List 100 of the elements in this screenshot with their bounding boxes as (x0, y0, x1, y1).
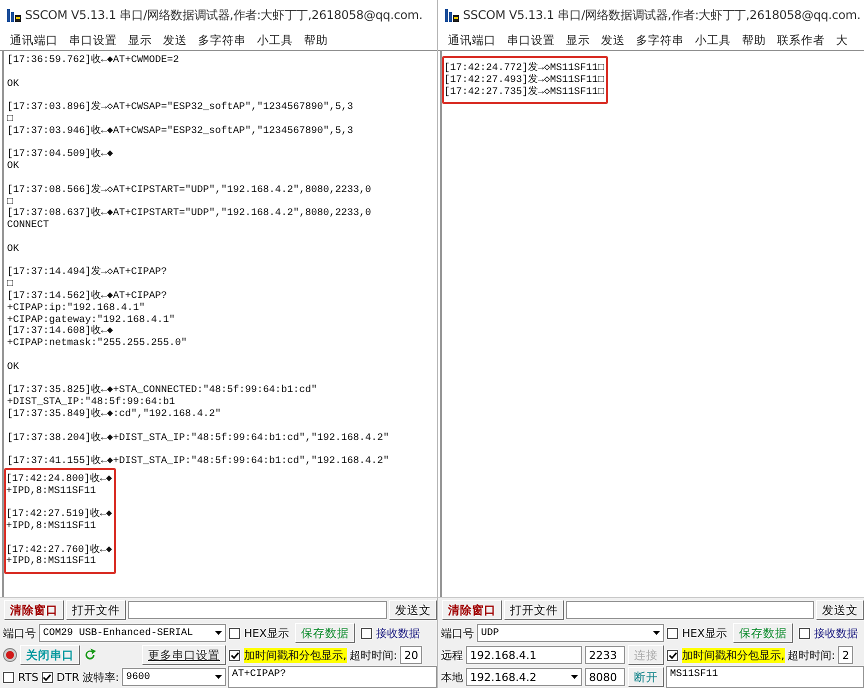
log-line: [17:37:35.825]收←◆+STA_CONNECTED:"48:5f:99:64:b1:cd" (7, 385, 318, 396)
log-line: □ (7, 279, 14, 290)
baud-label: 波特率: (82, 670, 120, 684)
log-line: +DIST_STA_IP:"48:5f:99:64:b1 (7, 397, 176, 408)
menu-item[interactable]: 小工具 (695, 32, 731, 48)
checkbox-label: DTR (56, 670, 80, 684)
led-icon (3, 648, 17, 662)
log-line: OK (7, 362, 20, 374)
log-line: [17:37:08.566]发→◇AT+CIPSTART="UDP","192.168.4.2",8080,2233,0 (7, 184, 372, 197)
port-label: 端口号 (441, 626, 474, 640)
send-file-button[interactable]: 发送文 (389, 600, 437, 620)
caret-icon (215, 675, 222, 679)
timeout-label: 超时时间: (788, 648, 836, 662)
disconnect-button[interactable]: 断开 (628, 667, 664, 687)
remote-ip-field[interactable]: 192.168.4.1 (466, 646, 582, 664)
log-line: OK (7, 244, 20, 256)
menu-item[interactable]: 帮助 (304, 32, 328, 48)
menu-item[interactable]: 帮助 (742, 32, 766, 48)
clear-window-button[interactable]: 清除窗口 (4, 600, 64, 620)
log-line: [17:42:27.519]收←◆ (6, 509, 112, 521)
local-label: 本地 (441, 670, 463, 684)
remote-label: 远程 (441, 648, 463, 662)
log-line: [17:37:14.494]发→◇AT+CIPAP? (7, 267, 168, 280)
caret-icon (653, 631, 660, 635)
menu-item[interactable]: 联系作者 (777, 32, 825, 48)
log-line: [17:37:14.608]收←◆ (7, 326, 114, 338)
baud-dropdown[interactable]: 9600 (122, 668, 226, 686)
log-line: □ (7, 114, 14, 126)
checkbox-label: 接收数据 (376, 626, 420, 640)
checkbox-label: HEX显示 (682, 626, 727, 640)
window-title: SSCOM V5.13.1 串口/网络数据调试器,作者:大虾丁丁,2618058@qq.com. (25, 6, 422, 24)
more-settings-button[interactable]: 更多串口设置 (142, 645, 226, 665)
log-line: [17:37:08.637]收←◆AT+CIPSTART="UDP","192.168.4.2",8080,2233,0 (7, 208, 372, 220)
checkbox[interactable]: RTS (3, 670, 39, 684)
timeout-field[interactable]: 2 (838, 646, 854, 664)
menu-item[interactable]: 串口设置 (69, 32, 117, 48)
menu-item[interactable]: 多字符串 (198, 32, 246, 48)
log-line: [17:42:27.760]收←◆ (6, 544, 112, 556)
caret-icon (571, 675, 578, 679)
app-logo-icon (444, 7, 460, 23)
refresh-icon[interactable] (83, 648, 97, 662)
send-file-button[interactable]: 发送文 (816, 600, 864, 620)
menu-item[interactable]: 发送 (601, 32, 625, 48)
log-line: CONNECT (7, 220, 50, 232)
log-line: +IPD,8:MS11SF11 (6, 521, 98, 533)
log-line: [17:37:14.562]收←◆AT+CIPAP? (7, 290, 168, 302)
save-data-button[interactable]: 保存数据 (294, 623, 355, 643)
menu-item[interactable]: 发送 (163, 32, 187, 48)
log-line: [17:37:03.896]发→◇AT+CWSAP="ESP32_softAP","1234567890",5,3 (7, 102, 354, 114)
menu-item[interactable]: 通讯端口 (448, 32, 496, 48)
send-text-field[interactable]: MS11SF11 (666, 666, 864, 688)
local-ip-dropdown[interactable]: 192.168.4.2 (466, 668, 582, 686)
caret-icon (215, 631, 222, 635)
port-dropdown[interactable]: UDP (477, 624, 664, 642)
log-line: OK (7, 161, 20, 173)
log-line: □ (7, 196, 14, 208)
file-path-field[interactable] (128, 601, 387, 619)
checkbox-label: RTS (18, 670, 39, 684)
log-line: [17:37:03.946]收←◆AT+CWSAP="ESP32_softAP","1234567890",5,3 (7, 126, 354, 138)
remote-port-field[interactable]: 2233 (585, 646, 625, 664)
menu-item[interactable]: 多字符串 (636, 32, 684, 48)
checkbox-label: HEX显示 (244, 626, 289, 640)
menu-item[interactable]: 大 (836, 32, 848, 48)
log-line: +IPD,8:MS11SF11 (6, 486, 98, 498)
log-line: [17:37:04.509]收←◆ (7, 149, 114, 161)
log-line: [17:42:24.800]收←◆ (6, 474, 112, 486)
checkbox[interactable]: 接收数据 (798, 626, 858, 640)
port-label: 端口号 (3, 626, 36, 640)
menu-item[interactable]: 串口设置 (507, 32, 555, 48)
port-dropdown[interactable]: COM29 USB-Enhanced-SERIAL (39, 624, 226, 642)
open-file-button[interactable]: 打开文件 (504, 600, 564, 620)
checkbox[interactable]: HEX显示 (229, 626, 289, 640)
open-file-button[interactable]: 打开文件 (66, 600, 126, 620)
save-data-button[interactable]: 保存数据 (732, 623, 793, 643)
checkbox-label: 接收数据 (814, 626, 858, 640)
log-line: [17:37:35.849]收←◆:cd","192.168.4.2" (7, 408, 222, 421)
log-line: [17:42:24.772]发→◇MS11SF11□ (444, 63, 604, 74)
log-line: +CIPAP:netmask:"255.255.255.0" (7, 338, 188, 350)
log-line: [17:42:27.735]发→◇MS11SF11□ (444, 86, 604, 98)
log-line: [17:37:41.155]收←◆+DIST_STA_IP:"48:5f:99:64:b1:cd","192.168.4.2" (7, 456, 390, 468)
log-line: [17:36:59.762]收←◆AT+CWMODE=2 (7, 55, 180, 67)
log-line: [17:42:27.493]发→◇MS11SF11□ (444, 74, 604, 86)
log-line: [17:37:38.204]收←◆+DIST_STA_IP:"48:5f:99:64:b1:cd","192.168.4.2" (7, 432, 390, 444)
menu-item[interactable]: 显示 (128, 32, 152, 48)
menu-item[interactable]: 小工具 (257, 32, 293, 48)
clear-window-button[interactable]: 清除窗口 (442, 600, 502, 620)
timeout-label: 超时时间: (350, 648, 398, 662)
menu-item[interactable]: 显示 (566, 32, 590, 48)
log-line: +CIPAP:gateway:"192.168.4.1" (7, 314, 176, 326)
local-port-field[interactable]: 8080 (585, 668, 625, 686)
menu-item[interactable]: 通讯端口 (10, 32, 58, 48)
app-logo-icon (6, 7, 22, 23)
file-path-field[interactable] (566, 601, 814, 619)
log-line: +IPD,8:MS11SF11 (6, 556, 98, 568)
checkbox[interactable]: HEX显示 (667, 626, 727, 640)
timeout-field[interactable]: 20 (400, 646, 422, 664)
checkbox[interactable]: 接收数据 (360, 626, 420, 640)
send-text-field[interactable]: AT+CIPAP? (228, 666, 437, 688)
log-line: +CIPAP:ip:"192.168.4.1" (7, 302, 146, 314)
checkbox[interactable]: DTR (42, 670, 80, 684)
